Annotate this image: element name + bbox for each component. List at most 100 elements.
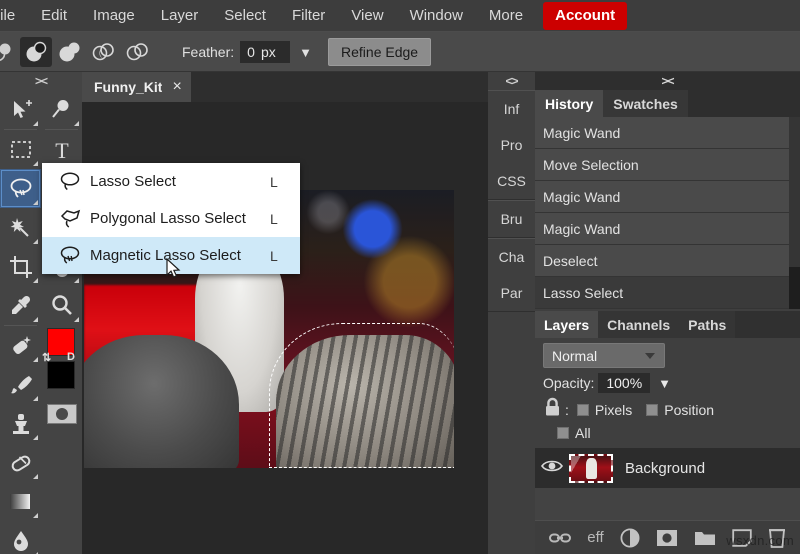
rail-tab-brushes[interactable]: Bru <box>488 201 535 237</box>
history-scrollbar[interactable] <box>789 117 800 309</box>
refine-edge-button[interactable]: Refine Edge <box>328 38 431 66</box>
rail-collapse-handle[interactable]: <> <box>488 72 535 90</box>
paintbrush-tool[interactable] <box>0 365 41 404</box>
rail-tab-character[interactable]: Cha <box>488 239 535 275</box>
menu-item-window[interactable]: Window <box>397 2 476 30</box>
history-item-current[interactable]: Lasso Select <box>535 277 789 309</box>
tools-column-right: T ⇅ D <box>41 90 82 554</box>
menu-item-file[interactable]: File <box>0 2 28 30</box>
crop-tool[interactable] <box>0 247 41 286</box>
tool-corner-marker <box>33 396 38 401</box>
new-layer-icon[interactable] <box>732 529 752 547</box>
eye-icon[interactable] <box>541 458 563 479</box>
tab-history[interactable]: History <box>535 90 603 117</box>
menu-item-more[interactable]: More <box>476 2 536 30</box>
tab-paths[interactable]: Paths <box>679 311 735 338</box>
tab-channels[interactable]: Channels <box>598 311 679 338</box>
close-icon[interactable]: × <box>172 78 181 96</box>
tools-column-left <box>0 90 41 554</box>
feather-dropdown-icon[interactable]: ▼ <box>299 45 312 60</box>
polygonal-lasso-icon <box>52 208 90 230</box>
subtract-from-selection-icon[interactable] <box>88 37 120 67</box>
history-item[interactable]: Magic Wand <box>535 213 789 245</box>
lock-colon: : <box>565 402 569 418</box>
rail-tab-paragraph[interactable]: Par <box>488 275 535 311</box>
menu-item-polygonal-lasso-select[interactable]: Polygonal Lasso Select L <box>42 200 300 237</box>
history-item[interactable]: Deselect <box>535 245 789 277</box>
opacity-dropdown-icon[interactable]: ▼ <box>658 376 671 391</box>
zoom-select-tool[interactable] <box>41 90 82 129</box>
menu-item-lasso-select[interactable]: Lasso Select L <box>42 163 300 200</box>
menu-item-view[interactable]: View <box>338 2 396 30</box>
move-tool[interactable] <box>0 90 41 129</box>
opacity-value[interactable]: 100% <box>598 373 650 393</box>
blend-mode-select[interactable]: Normal <box>543 343 665 368</box>
tab-swatches[interactable]: Swatches <box>603 90 688 117</box>
default-colors-icon[interactable]: D <box>67 351 75 363</box>
menu-item-layer[interactable]: Layer <box>148 2 212 30</box>
tool-corner-marker <box>33 200 38 205</box>
quick-mask-icon <box>47 404 77 424</box>
clone-stamp-tool[interactable] <box>0 404 41 443</box>
rail-tab-properties[interactable]: Pro <box>488 127 535 163</box>
new-group-icon[interactable] <box>694 529 716 547</box>
lock-row-all: All <box>535 422 800 441</box>
lock-all-checkbox[interactable] <box>557 427 569 439</box>
quick-mask-toggle[interactable] <box>41 397 82 431</box>
layer-row-background[interactable]: Background <box>535 448 800 488</box>
layer-thumbnail[interactable] <box>569 454 613 483</box>
tools-collapse-handle[interactable]: >< <box>0 72 82 90</box>
history-list[interactable]: Magic Wand Move Selection Magic Wand Mag… <box>535 117 800 309</box>
right-dock-panel: >< History Swatches Magic Wand Move Sele… <box>535 72 800 554</box>
new-selection-icon[interactable] <box>20 37 52 67</box>
history-item[interactable]: Magic Wand <box>535 181 789 213</box>
tab-layers[interactable]: Layers <box>535 311 598 338</box>
menu-item-image[interactable]: Image <box>80 2 148 30</box>
lock-pixels-label: Pixels <box>595 402 632 418</box>
tool-corner-marker <box>74 317 79 322</box>
photo-editor-window: File Edit Image Layer Select Filter View… <box>0 0 800 554</box>
swap-colors-icon[interactable]: ⇅ <box>42 351 51 364</box>
account-button[interactable]: Account <box>543 2 627 30</box>
intersect-selection-icon[interactable] <box>122 37 154 67</box>
tool-corner-marker <box>33 239 38 244</box>
rail-tab-info[interactable]: Inf <box>488 91 535 127</box>
menu-item-edit[interactable]: Edit <box>28 2 80 30</box>
zoom-tool[interactable] <box>41 286 82 325</box>
document-tab-bar: Funny_Kit × <box>82 72 488 102</box>
menu-item-select[interactable]: Select <box>211 2 279 30</box>
rectangular-marquee-tool[interactable] <box>0 130 41 169</box>
feather-input[interactable]: 0px <box>240 41 290 63</box>
lock-icon <box>544 397 561 422</box>
magic-wand-tool[interactable] <box>0 208 41 247</box>
history-scrollbar-thumb[interactable] <box>789 267 800 309</box>
lasso-tool[interactable] <box>0 169 41 208</box>
add-to-selection-icon[interactable] <box>54 37 86 67</box>
lock-pixels-checkbox[interactable] <box>577 404 589 416</box>
adjustment-layer-icon[interactable] <box>620 528 640 548</box>
menu-item-filter[interactable]: Filter <box>279 2 338 30</box>
history-item[interactable]: Move Selection <box>535 149 789 181</box>
right-panel-rail: <> Inf Pro CSS Bru Cha Par <box>488 72 535 554</box>
magnetic-lasso-icon <box>52 245 90 267</box>
link-layers-icon[interactable] <box>549 531 571 545</box>
menu-item-label: Lasso Select <box>90 173 270 190</box>
history-item[interactable]: Magic Wand <box>535 117 789 149</box>
eyedropper-tool[interactable] <box>0 286 41 325</box>
lock-position-checkbox[interactable] <box>646 404 658 416</box>
layer-effects-icon[interactable]: eff <box>587 529 603 546</box>
document-tab[interactable]: Funny_Kit × <box>82 72 191 102</box>
healing-brush-tool[interactable] <box>0 326 41 365</box>
delete-layer-icon[interactable] <box>768 528 786 548</box>
dock-collapse-handle[interactable]: >< <box>535 72 800 90</box>
layer-mask-icon[interactable] <box>656 529 678 547</box>
blur-tool[interactable] <box>0 521 41 554</box>
layer-list[interactable]: Background <box>535 448 800 520</box>
rail-tab-css[interactable]: CSS <box>488 163 535 199</box>
eraser-tool[interactable] <box>0 443 41 482</box>
layer-list-empty-area <box>535 488 800 520</box>
rail-group-1: Inf Pro CSS <box>488 90 535 200</box>
background-color-swatch[interactable] <box>47 361 75 389</box>
gradient-tool[interactable] <box>0 482 41 521</box>
selection-mode-partial-icon[interactable] <box>0 37 18 67</box>
